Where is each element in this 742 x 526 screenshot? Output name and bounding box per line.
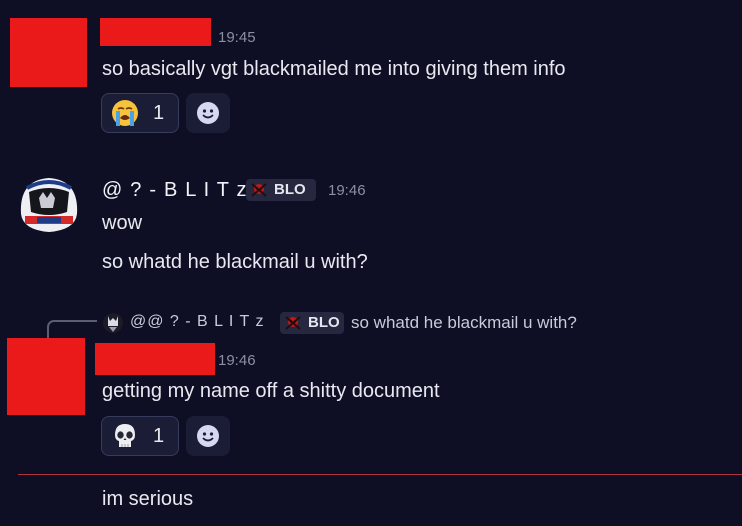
smiley-add-reaction-icon — [197, 425, 219, 447]
reply-avatar[interactable] — [103, 313, 123, 333]
loudly-crying-face-icon — [112, 100, 138, 126]
message-text: wow — [102, 212, 143, 234]
reply-username[interactable]: @@ ? - B L I T z — [130, 313, 264, 331]
message-text: im serious — [102, 488, 194, 510]
message-text: getting my name off a shitty document — [102, 380, 440, 402]
username-redacted[interactable] — [95, 343, 215, 375]
skull-badge-icon — [285, 316, 301, 330]
add-reaction-button[interactable] — [186, 416, 230, 456]
tag-label: BLO — [274, 181, 306, 198]
add-reaction-button[interactable] — [186, 93, 230, 133]
mini-avatar-icon — [108, 316, 118, 332]
skull-badge-icon — [251, 183, 267, 197]
username-redacted[interactable] — [100, 18, 211, 46]
user-tag[interactable]: BLO — [246, 179, 316, 201]
reaction-skull[interactable]: 1 — [101, 416, 179, 456]
reaction-count: 1 — [153, 425, 165, 447]
message-text: so basically vgt blackmailed me into giv… — [102, 58, 566, 80]
avatar-redacted[interactable] — [10, 18, 87, 87]
skull-icon — [115, 424, 135, 447]
helmet-icon — [20, 178, 78, 232]
message-timestamp: 19:46 — [218, 352, 256, 369]
reply-user-tag[interactable]: BLO — [280, 312, 344, 334]
username[interactable]: @ ? - B L I T z — [102, 179, 248, 202]
new-messages-divider — [18, 474, 742, 475]
message-text: so whatd he blackmail u with? — [102, 251, 368, 273]
avatar-helmet[interactable] — [15, 170, 83, 238]
smiley-add-reaction-icon — [197, 102, 219, 124]
reaction-crying[interactable]: 1 — [101, 93, 179, 133]
message-timestamp: 19:46 — [328, 182, 366, 199]
message-timestamp: 19:45 — [218, 29, 256, 46]
avatar-redacted[interactable] — [7, 338, 85, 415]
reaction-count: 1 — [153, 102, 165, 124]
tag-label: BLO — [308, 314, 340, 331]
reply-preview-text[interactable]: so whatd he blackmail u with? — [351, 313, 577, 333]
